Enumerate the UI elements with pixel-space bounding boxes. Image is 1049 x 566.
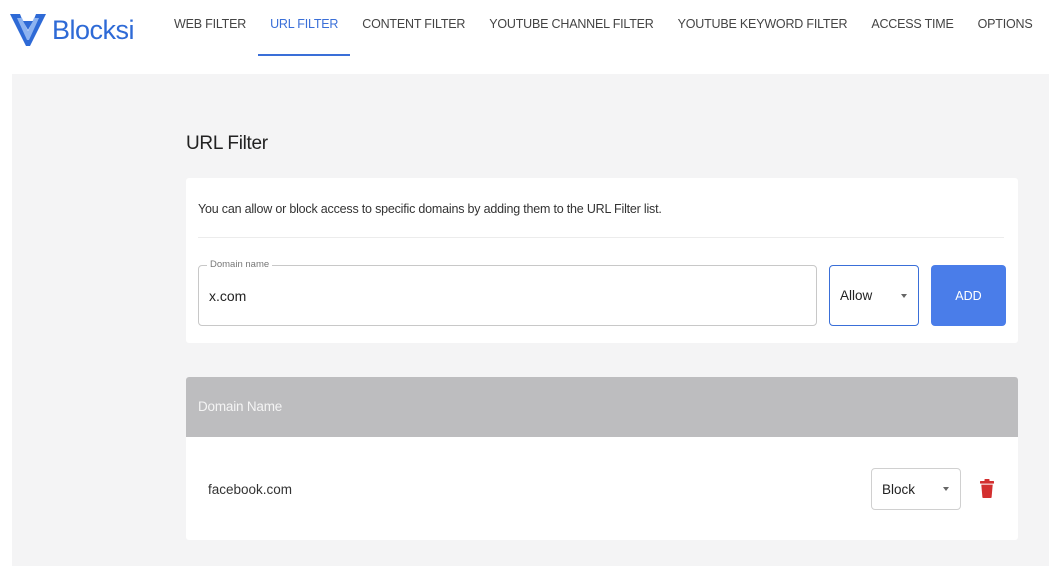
tab-youtube-channel-filter[interactable]: YOUTUBE CHANNEL FILTER — [477, 0, 665, 48]
domain-name-field[interactable]: Domain name — [198, 259, 817, 326]
row-action-select-value: Block — [882, 481, 916, 497]
brand-name: Blocksi — [52, 14, 135, 45]
tab-youtube-keyword-filter[interactable]: YOUTUBE KEYWORD FILTER — [666, 0, 860, 48]
row-domain-name: facebook.com — [208, 482, 293, 497]
row-action-select[interactable]: Block — [871, 468, 961, 510]
dropdown-arrow-icon — [943, 487, 949, 491]
url-filter-table: Domain Name facebook.com Block — [186, 377, 1018, 540]
tab-access-time[interactable]: ACCESS TIME — [859, 0, 965, 48]
dropdown-arrow-icon — [901, 293, 907, 298]
tab-web-filter[interactable]: WEB FILTER — [162, 0, 258, 48]
divider — [198, 237, 1004, 238]
blocksi-v-logo-icon — [10, 14, 46, 46]
tab-options[interactable]: OPTIONS — [966, 0, 1045, 48]
column-header-domain-name: Domain Name — [198, 399, 283, 414]
tab-content-filter[interactable]: CONTENT FILTER — [350, 0, 477, 48]
add-domain-card: You can allow or block access to specifi… — [186, 178, 1018, 343]
main-nav: WEB FILTER URL FILTER CONTENT FILTER YOU… — [162, 0, 1045, 56]
url-filter-description: You can allow or block access to specifi… — [198, 202, 662, 216]
action-select-value: Allow — [840, 288, 873, 303]
brand-logo[interactable]: Blocksi — [8, 10, 135, 50]
table-header: Domain Name — [186, 377, 1018, 437]
top-navigation-bar: Blocksi WEB FILTER URL FILTER CONTENT FI… — [0, 0, 1049, 74]
domain-name-label: Domain name — [207, 259, 273, 270]
add-button[interactable]: ADD — [931, 265, 1006, 326]
action-select[interactable]: Allow — [829, 265, 919, 326]
tab-url-filter[interactable]: URL FILTER — [258, 0, 351, 56]
domain-name-input[interactable] — [209, 286, 799, 306]
page-title: URL Filter — [186, 133, 268, 154]
trash-icon[interactable] — [980, 479, 994, 498]
